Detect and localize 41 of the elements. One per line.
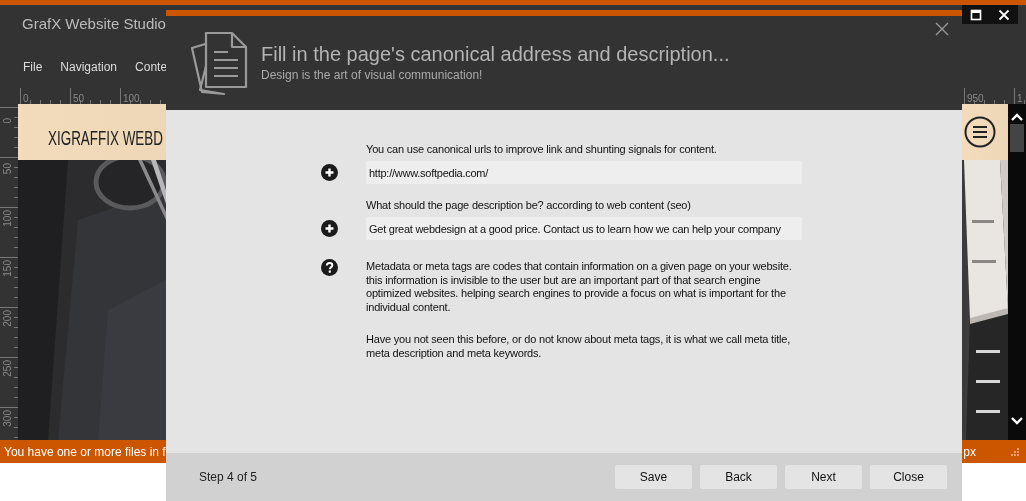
ruler-label: 50	[72, 93, 85, 104]
ruler-label: 0	[2, 118, 13, 124]
help-icon	[321, 259, 338, 276]
unit-label: px	[963, 444, 976, 459]
dialog-button[interactable]: Next	[785, 465, 862, 489]
menu-item[interactable]: Navigation	[60, 59, 118, 74]
ruler-label: 50	[2, 162, 13, 174]
ruler-label: 100	[122, 93, 140, 104]
app-title: GrafX Website Studio	[22, 15, 166, 32]
ruler-label: 100	[2, 210, 13, 227]
menu-item[interactable]: File	[23, 59, 43, 74]
step-indicator: Step 4 of 5	[199, 470, 258, 484]
field-label: You can use canonical urls to improve link and shunting signals for content.	[366, 142, 718, 156]
resize-grip-icon[interactable]	[1010, 446, 1020, 457]
help-text: Have you not seen this before, or do not know about meta tags, it is what we call meta title, meta description and meta keywords.	[366, 333, 792, 360]
scrollbar[interactable]	[1008, 104, 1026, 440]
documents-icon	[188, 30, 250, 96]
dialog-title: Fill in the page's canonical address and description...	[261, 42, 730, 66]
maximize-icon[interactable]	[970, 8, 982, 21]
menu-icon[interactable]	[964, 116, 996, 148]
text-field[interactable]: Get great webdesign at a good price. Contact us to learn how we can help your company	[366, 217, 802, 240]
ruler-label: 950	[966, 93, 984, 104]
field-label: What should the page description be? according to web content (seo)	[366, 198, 692, 212]
help-text: Metadata or meta tags are codes that contain information on a given page on your website. this information is invisible to the user but are an important part of that search engine optimized websites. helping search engines to provide a focus on what is important for the individual content.	[366, 260, 793, 314]
dialog-button[interactable]: Close	[870, 465, 947, 489]
dialog-button[interactable]: Save	[615, 465, 692, 489]
ruler-label: 0	[22, 93, 29, 104]
ruler-label: 250	[2, 360, 13, 377]
site-logo-text: XIGRAFFIX WEBD	[48, 126, 163, 150]
scroll-thumb[interactable]	[1010, 124, 1024, 152]
plus-icon[interactable]	[321, 220, 338, 237]
menu-item[interactable]: Conte	[135, 59, 168, 74]
text-field[interactable]: http://www.softpedia.com/	[366, 161, 802, 184]
ruler-label: 1	[1016, 93, 1023, 104]
plus-icon[interactable]	[321, 164, 338, 181]
ruler-label: 200	[2, 310, 13, 327]
dialog-subtitle: Design is the art of visual communication!	[261, 68, 484, 82]
ruler-label: 300	[2, 410, 13, 427]
dialog-button[interactable]: Back	[700, 465, 777, 489]
ruler-label: 150	[2, 260, 13, 277]
status-message: You have one or more files in f	[3, 444, 166, 459]
